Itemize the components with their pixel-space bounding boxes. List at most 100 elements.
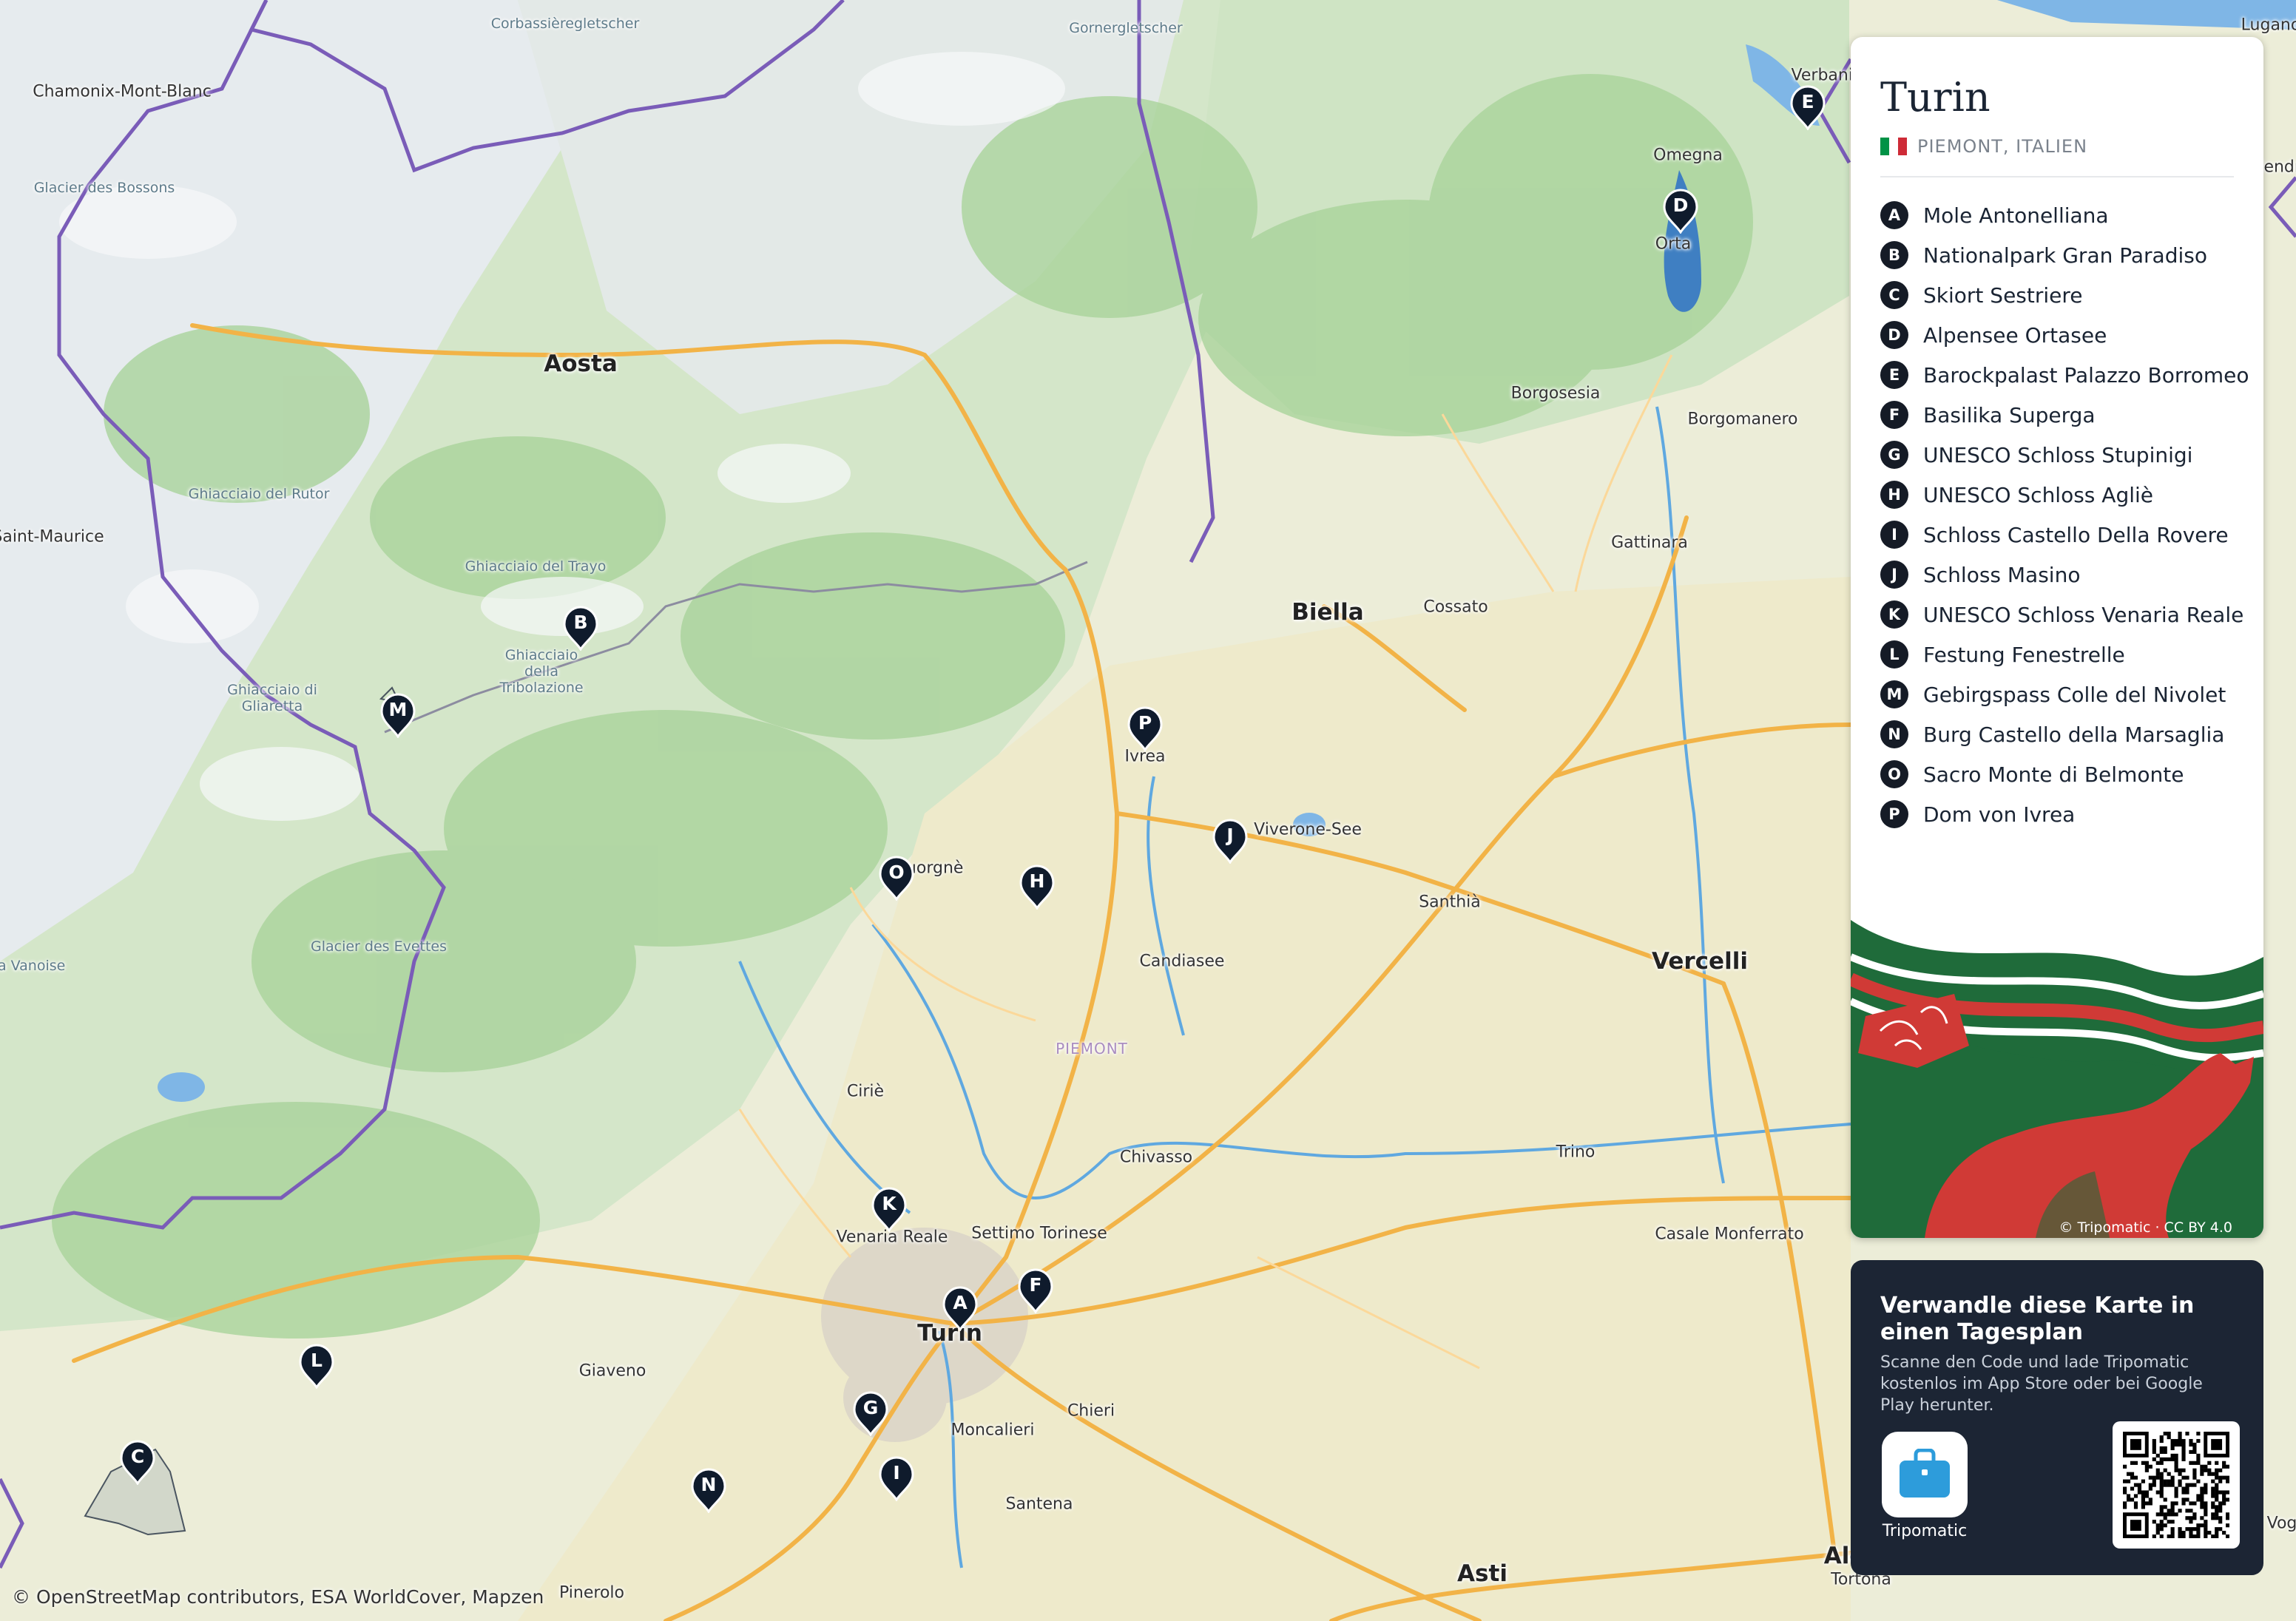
poi-list-item-p[interactable]: P Dom von Ivrea [1880,794,2249,834]
poi-name: Mole Antonelliana [1923,203,2109,228]
place-label-moncalieri: Moncalieri [951,1421,1035,1440]
place-label-aosta: Aosta [544,351,618,377]
marker-letter: P [1138,712,1152,734]
poi-list-item-m[interactable]: M Gebirgspass Colle del Nivolet [1880,674,2249,714]
map-marker-h[interactable]: H [1018,864,1056,910]
poi-list: A Mole Antonelliana B Nationalpark Gran Par… [1880,195,2249,834]
poi-list-item-n[interactable]: N Burg Castello della Marsaglia [1880,714,2249,754]
poi-list-item-e[interactable]: E Barockpalast Palazzo Borromeo [1880,355,2249,395]
poi-letter-badge: K [1880,600,1908,629]
place-label-cirie: Ciriè [846,1082,885,1101]
poi-list-item-a[interactable]: A Mole Antonelliana [1880,195,2249,235]
marker-letter: D [1672,194,1689,216]
promo-title: Verwandle diese Karte in einen Tagesplan [1880,1293,2195,1345]
place-label-casale: Casale Monferrato [1655,1225,1804,1244]
place-label-candia: Candiasee [1139,952,1225,971]
place-label-viverone: Viverone-See [1254,820,1362,839]
place-label-borgomanero: Borgomanero [1687,410,1798,429]
map-marker-m[interactable]: M [379,692,417,738]
poi-name: Sacro Monte di Belmonte [1923,762,2184,787]
marker-letter: F [1029,1274,1042,1296]
place-label-tribolazione: Ghiacciaio della Tribolazione [499,647,584,696]
poi-list-item-j[interactable]: J Schloss Masino [1880,555,2249,595]
poi-list-item-l[interactable]: L Festung Fenestrelle [1880,634,2249,674]
place-label-orta: Orta [1655,234,1692,254]
map-marker-j[interactable]: J [1211,818,1249,864]
map-marker-p[interactable]: P [1126,705,1164,751]
poi-list-item-h[interactable]: H UNESCO Schloss Agliè [1880,475,2249,515]
poi-list-item-g[interactable]: G UNESCO Schloss Stupinigi [1880,435,2249,475]
place-label-giaretta: Ghiacciaio di Gliaretta [227,682,317,714]
place-label-asti: Asti [1457,1560,1507,1587]
marker-letter: K [882,1193,897,1214]
marker-letter: B [573,612,588,633]
poi-letter-badge: N [1880,720,1908,748]
app-icon-button[interactable] [1882,1432,1968,1517]
place-label-evettes: Glacier des Evettes [310,938,448,955]
poi-name: Barockpalast Palazzo Borromeo [1923,362,2249,388]
poi-letter-badge: H [1880,481,1908,509]
poi-list-item-d[interactable]: D Alpensee Ortasee [1880,315,2249,355]
map-marker-l[interactable]: L [297,1343,336,1389]
poi-name: Basilika Superga [1923,402,2096,427]
poi-list-item-i[interactable]: I Schloss Castello Della Rovere [1880,515,2249,555]
place-label-vog: Vog [2266,1514,2296,1533]
place-label-trino: Trino [1556,1143,1596,1162]
poi-letter-badge: E [1880,361,1908,389]
poi-list-item-f[interactable]: F Basilika Superga [1880,395,2249,435]
map-marker-n[interactable]: N [689,1467,728,1513]
map-marker-i[interactable]: I [877,1455,916,1501]
poi-letter-badge: B [1880,241,1908,269]
poi-letter-badge: O [1880,760,1908,788]
place-label-chivasso: Chivasso [1119,1148,1193,1167]
map-marker-b[interactable]: B [561,605,600,651]
poi-name: UNESCO Schloss Agliè [1923,482,2154,507]
poi-letter-badge: D [1880,321,1908,349]
poi-name: UNESCO Schloss Stupinigi [1923,442,2193,467]
poi-list-item-o[interactable]: O Sacro Monte di Belmonte [1880,754,2249,794]
map-marker-a[interactable]: A [941,1285,979,1331]
poi-name: Skiort Sestriere [1923,282,2083,308]
italy-flag-icon [1880,138,1907,155]
place-label-gattinara: Gattinara [1611,533,1688,552]
marker-letter: M [388,699,408,720]
poi-name: Schloss Masino [1923,562,2081,587]
poi-letter-badge: M [1880,680,1908,708]
marker-letter: H [1029,870,1045,892]
poi-list-item-k[interactable]: K UNESCO Schloss Venaria Reale [1880,595,2249,634]
poi-list-item-b[interactable]: B Nationalpark Gran Paradiso [1880,235,2249,275]
marker-letter: C [130,1446,145,1467]
place-label-vercelli: Vercelli [1652,948,1748,975]
place-label-santhia: Santhià [1419,893,1481,912]
app-name: Tripomatic [1882,1522,1968,1540]
region-country-label: PIEMONT, ITALIEN [1917,136,2088,157]
poi-name: Schloss Castello Della Rovere [1923,522,2229,547]
place-label-omegna: Omegna [1653,146,1723,165]
marker-letter: G [862,1397,879,1418]
place-label-chamonix: Chamonix-Mont-Blanc [33,82,212,101]
poi-name: Burg Castello della Marsaglia [1923,722,2225,747]
map-marker-k[interactable]: K [870,1186,908,1232]
place-label-bossons: Glacier des Bossons [33,180,175,196]
map-marker-o[interactable]: O [877,855,916,901]
marker-letter: N [700,1474,717,1495]
place-label-vanoise: la Vanoise [0,958,66,974]
map-marker-g[interactable]: G [851,1390,890,1436]
map-marker-e[interactable]: E [1789,84,1827,130]
place-label-corbassiere: Corbassièregletscher [490,16,640,32]
poi-name: Gebirgspass Colle del Nivolet [1923,682,2226,707]
poi-letter-badge: I [1880,521,1908,549]
poi-name: Festung Fenestrelle [1923,642,2125,667]
poi-letter-badge: J [1880,561,1908,589]
promo-text: Scanne den Code und lade Tripomatic kost… [1880,1353,2203,1415]
place-label-cossato: Cossato [1423,598,1488,617]
map-marker-c[interactable]: C [118,1439,157,1485]
map-marker-f[interactable]: F [1016,1268,1055,1313]
marker-letter: A [953,1292,968,1313]
map-marker-d[interactable]: D [1661,188,1700,234]
place-label-santena: Santena [1005,1495,1073,1514]
place-label-chieri: Chieri [1067,1401,1115,1421]
poi-sidebar: Turin PIEMONT, ITALIEN A Mole Antonellian… [1851,37,2263,1238]
location-subtitle: PIEMONT, ITALIEN [1880,136,2087,157]
poi-list-item-c[interactable]: C Skiort Sestriere [1880,275,2249,315]
